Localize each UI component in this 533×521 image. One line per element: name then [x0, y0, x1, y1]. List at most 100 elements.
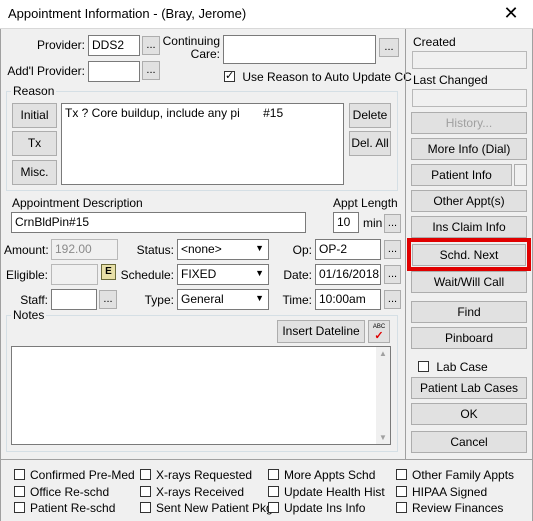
provider-browse-button[interactable]: ...	[142, 36, 160, 55]
checkbox-icon[interactable]	[268, 502, 279, 513]
schedule-select[interactable]: FIXED ▼	[177, 264, 269, 285]
flag-patient-re-schd[interactable]: Patient Re-schd	[14, 501, 115, 515]
amount-label: Amount:	[4, 243, 49, 257]
notes-text[interactable]	[11, 346, 391, 445]
use-reason-check-icon[interactable]	[224, 69, 235, 82]
wait-will-call-button[interactable]: Wait/Will Call	[411, 271, 527, 293]
history-button: History...	[411, 112, 527, 134]
staff-field[interactable]	[51, 289, 97, 310]
checkbox-icon[interactable]	[396, 469, 407, 480]
eligible-field	[51, 264, 98, 285]
last-changed-field	[412, 89, 527, 107]
created-field	[412, 51, 527, 69]
appt-length-field[interactable]: 10	[333, 212, 359, 233]
use-reason-checkbox[interactable]: Use Reason to Auto Update CC	[224, 69, 412, 84]
continuing-care-field[interactable]	[223, 35, 376, 64]
reason-tooth-number: #15	[263, 106, 284, 120]
flag-label: Update Health Hist	[284, 485, 385, 499]
flag-sent-new-patient-pkg[interactable]: Sent New Patient Pkg	[140, 501, 273, 515]
continuing-care-browse-button[interactable]: ...	[379, 38, 399, 57]
flag-update-ins-info[interactable]: Update Ins Info	[268, 501, 365, 515]
close-icon[interactable]: ✕	[499, 3, 523, 23]
ok-button[interactable]: OK	[411, 403, 527, 425]
del-all-button[interactable]: Del. All	[349, 131, 391, 156]
right-panel-divider	[405, 29, 406, 459]
provider-field[interactable]: DDS2	[88, 35, 140, 56]
status-select[interactable]: <none> ▼	[177, 239, 269, 260]
flag-xrays-received[interactable]: X-rays Received	[140, 485, 244, 499]
flag-update-health-hist[interactable]: Update Health Hist	[268, 485, 385, 499]
delete-button[interactable]: Delete	[349, 103, 391, 128]
tx-button[interactable]: Tx	[12, 131, 57, 156]
schd-next-button[interactable]: Schd. Next	[412, 244, 526, 266]
flag-label: Other Family Appts	[412, 468, 515, 482]
cancel-button[interactable]: Cancel	[411, 431, 527, 453]
checkbox-icon[interactable]	[140, 486, 151, 497]
flag-other-family-appts[interactable]: Other Family Appts	[396, 468, 514, 482]
other-appts-button[interactable]: Other Appt(s)	[411, 190, 527, 212]
flag-confirmed-pre-med[interactable]: Confirmed Pre-Med	[14, 468, 135, 482]
flag-hipaa-signed[interactable]: HIPAA Signed	[396, 485, 487, 499]
staff-browse-button[interactable]: ...	[99, 290, 117, 309]
notes-scrollbar[interactable]: ▲ ▼	[376, 347, 390, 444]
checkbox-icon[interactable]	[268, 469, 279, 480]
lab-case-label: Lab Case	[436, 360, 488, 374]
chevron-down-icon: ▼	[255, 268, 264, 278]
flag-more-appts-schd[interactable]: More Appts Schd	[268, 468, 375, 482]
pinboard-button[interactable]: Pinboard	[411, 327, 527, 349]
misc-button[interactable]: Misc.	[12, 160, 57, 185]
time-browse-button[interactable]: ...	[384, 290, 401, 309]
created-label: Created	[413, 35, 456, 49]
insert-dateline-button[interactable]: Insert Dateline	[277, 320, 365, 343]
scroll-up-icon[interactable]: ▲	[376, 349, 390, 358]
checkbox-icon[interactable]	[140, 502, 151, 513]
lab-case-checkbox[interactable]: Lab Case	[418, 360, 488, 374]
spell-check-icon[interactable]: ABC ✓	[368, 320, 390, 343]
flag-label: Review Finances	[412, 501, 504, 515]
patient-lab-cases-button[interactable]: Patient Lab Cases	[411, 377, 527, 399]
appt-length-browse-button[interactable]: ...	[384, 214, 401, 233]
chevron-down-icon: ▼	[255, 293, 264, 303]
op-browse-button[interactable]: ...	[384, 240, 401, 259]
reason-text-line: Tx ? Core buildup, include any pi	[65, 106, 240, 120]
addl-provider-field[interactable]	[88, 61, 140, 82]
flag-xrays-requested[interactable]: X-rays Requested	[140, 468, 252, 482]
addl-provider-label: Add'l Provider:	[7, 64, 85, 78]
chevron-down-icon: ▼	[255, 243, 264, 253]
checkbox-icon[interactable]	[396, 486, 407, 497]
checkbox-icon[interactable]	[14, 469, 25, 480]
eligibility-icon[interactable]: E	[101, 264, 116, 280]
amount-field: 192.00	[51, 239, 118, 260]
continuing-care-label-line2: Care:	[190, 47, 220, 61]
checkbox-icon[interactable]	[396, 502, 407, 513]
scroll-down-icon[interactable]: ▼	[376, 433, 390, 442]
continuing-care-label: Continuing Care:	[160, 35, 220, 61]
time-field[interactable]: 10:00am	[315, 289, 381, 310]
more-info-dial-button[interactable]: More Info (Dial)	[411, 138, 527, 160]
initial-button[interactable]: Initial	[12, 103, 57, 128]
date-browse-button[interactable]: ...	[384, 265, 401, 284]
addl-provider-browse-button[interactable]: ...	[142, 61, 160, 80]
checkbox-icon[interactable]	[14, 486, 25, 497]
flag-office-re-schd[interactable]: Office Re-schd	[14, 485, 109, 499]
checkbox-icon[interactable]	[14, 502, 25, 513]
reason-text[interactable]: Tx ? Core buildup, include any pi #15	[61, 103, 344, 185]
flags-panel: Confirmed Pre-Med X-rays Requested More …	[0, 460, 533, 521]
notes-group-label: Notes	[11, 308, 47, 322]
op-field[interactable]: OP-2	[315, 239, 381, 260]
checkbox-icon[interactable]	[268, 486, 279, 497]
patient-info-button[interactable]: Patient Info	[411, 164, 512, 186]
patient-info-indicator	[514, 164, 527, 186]
schedule-label: Schedule:	[120, 268, 174, 282]
checkbox-icon[interactable]	[140, 469, 151, 480]
ins-claim-info-button[interactable]: Ins Claim Info	[411, 216, 527, 238]
staff-label: Staff:	[20, 293, 48, 307]
appt-description-field[interactable]: CrnBldPin#15	[11, 212, 306, 233]
status-select-value: <none>	[181, 242, 222, 256]
find-button[interactable]: Find	[411, 301, 527, 323]
type-select[interactable]: General ▼	[177, 289, 269, 310]
flag-review-finances[interactable]: Review Finances	[396, 501, 503, 515]
use-reason-label: Use Reason to Auto Update CC	[242, 70, 412, 84]
date-field[interactable]: 01/16/2018	[315, 264, 381, 285]
lab-case-check-icon[interactable]	[418, 361, 429, 372]
